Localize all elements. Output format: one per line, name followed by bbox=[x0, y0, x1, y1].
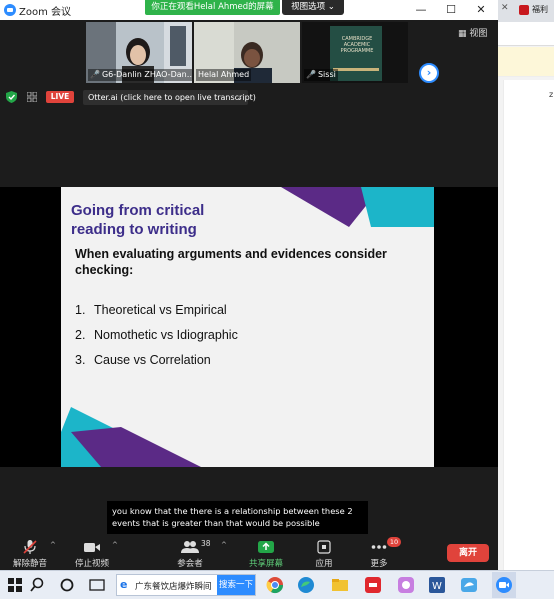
taskbar-search-box[interactable]: e 广东餐饮店爆炸瞬间 搜索一下 bbox=[116, 574, 256, 596]
grid-icon[interactable] bbox=[27, 92, 37, 102]
task-view-icon[interactable] bbox=[88, 576, 106, 594]
windows-taskbar: e 广东餐饮店爆炸瞬间 搜索一下 W bbox=[0, 570, 554, 599]
share-screen-icon bbox=[258, 541, 274, 553]
participants-icon bbox=[181, 541, 199, 553]
svg-text:W: W bbox=[432, 581, 442, 592]
slide-subtitle: When evaluating arguments and evidences … bbox=[75, 247, 387, 277]
browser-notice-bar bbox=[498, 47, 554, 77]
share-screen-button[interactable]: 共享屏幕 bbox=[245, 535, 287, 570]
minimize-button[interactable]: — bbox=[413, 2, 429, 18]
video-camera-icon bbox=[84, 543, 100, 552]
otter-label: Otter.ai (click here to open live transc… bbox=[88, 93, 256, 102]
participant-tile[interactable]: CAMBRIDGE ACADEMIC PROGRAMME 🎤 Sissi bbox=[302, 22, 408, 83]
book-cover-text: CAMBRIDGE ACADEMIC PROGRAMME bbox=[340, 36, 374, 54]
shield-check-icon[interactable] bbox=[6, 91, 17, 103]
ie-icon: e bbox=[120, 578, 128, 591]
caption-text: you know that the there is a relationshi… bbox=[112, 506, 353, 528]
participant-name: 🎤 G6-Danlin ZHAO-Dan… bbox=[88, 69, 192, 81]
title-bar: Zoom 会议 你正在观看Helal Ahmed的屏幕 视图选项 ⌄ — ☐ ✕ bbox=[0, 0, 498, 20]
stop-video-button[interactable]: 停止视频 bbox=[70, 535, 114, 570]
windows-start-icon[interactable] bbox=[6, 576, 24, 594]
grid-view-icon: ▦ bbox=[458, 29, 467, 39]
browser-content-text: z bbox=[549, 90, 554, 99]
unmute-button[interactable]: 解除静音 bbox=[8, 535, 52, 570]
meeting-status-row: LIVE Otter.ai (click here to open live t… bbox=[0, 86, 498, 108]
shared-screen-area: Going from critical reading to writing W… bbox=[0, 187, 498, 467]
red-app-icon[interactable] bbox=[364, 576, 382, 594]
tab-close-icon[interactable]: ✕ bbox=[501, 3, 509, 13]
notification-badge: 10 bbox=[387, 537, 401, 547]
mic-muted-icon: 🎤 bbox=[90, 70, 100, 79]
chevron-down-icon: ⌄ bbox=[236, 93, 243, 102]
chevron-up-icon[interactable]: ^ bbox=[50, 541, 56, 549]
presentation-slide: Going from critical reading to writing W… bbox=[61, 187, 434, 467]
browser-tab-label[interactable]: 福利 bbox=[532, 4, 548, 15]
participant-name: Helal Ahmed bbox=[196, 69, 252, 81]
browser-toolbar bbox=[498, 22, 554, 46]
view-options-label: 视图选项 bbox=[291, 2, 326, 12]
participant-count: 38 bbox=[201, 539, 211, 548]
next-page-arrow-icon[interactable]: › bbox=[419, 63, 439, 83]
mic-muted-icon bbox=[23, 540, 37, 554]
otter-transcript-dropdown[interactable]: Otter.ai (click here to open live transc… bbox=[83, 90, 256, 105]
zoom-meeting-window: Zoom 会议 你正在观看Helal Ahmed的屏幕 视图选项 ⌄ — ☐ ✕… bbox=[0, 0, 498, 570]
close-button[interactable]: ✕ bbox=[473, 2, 489, 18]
video-strip: 🎤 G6-Danlin ZHAO-Dan… Helal Ahmed CAMBRID… bbox=[0, 20, 498, 84]
bird-app-icon[interactable] bbox=[460, 576, 478, 594]
list-item: 1. Theoretical vs Empirical bbox=[75, 303, 227, 317]
participant-tile[interactable]: Helal Ahmed bbox=[194, 22, 300, 83]
chevron-up-icon[interactable]: ^ bbox=[112, 541, 118, 549]
search-icon[interactable] bbox=[28, 576, 46, 594]
mic-muted-icon: 🎤 bbox=[306, 70, 316, 79]
list-item: 2. Nomothetic vs Idiographic bbox=[75, 328, 238, 342]
view-button[interactable]: ▦ 视图 bbox=[458, 26, 487, 39]
pink-app-icon[interactable] bbox=[397, 576, 415, 594]
leave-button[interactable]: 离开 bbox=[447, 544, 489, 562]
view-options-button[interactable]: 视图选项 ⌄ bbox=[282, 0, 344, 15]
chevron-up-icon[interactable]: ^ bbox=[221, 541, 227, 549]
zoom-logo-icon bbox=[4, 4, 16, 16]
chevron-down-icon: ⌄ bbox=[327, 2, 335, 12]
live-caption: you know that the there is a relationshi… bbox=[107, 501, 368, 534]
more-dots-icon bbox=[371, 545, 387, 549]
tab-favicon-icon bbox=[519, 5, 529, 15]
slide-title: Going from critical reading to writing bbox=[71, 202, 205, 238]
chrome-icon[interactable] bbox=[266, 576, 284, 594]
meeting-toolbar: 解除静音 ^ 停止视频 ^ 参会者 38 ^ 共享屏幕 应用 更多 10 离开 bbox=[0, 535, 498, 570]
participant-tile[interactable]: 🎤 G6-Danlin ZHAO-Dan… bbox=[86, 22, 192, 83]
word-icon[interactable]: W bbox=[428, 576, 446, 594]
list-item: 3. Cause vs Correlation bbox=[75, 353, 211, 367]
search-button[interactable]: 搜索一下 bbox=[217, 575, 255, 595]
apps-icon bbox=[317, 540, 331, 554]
cortana-icon[interactable] bbox=[58, 576, 76, 594]
browser-content bbox=[503, 80, 554, 570]
file-explorer-icon[interactable] bbox=[331, 576, 349, 594]
window-title: Zoom 会议 bbox=[19, 7, 72, 18]
live-badge[interactable]: LIVE bbox=[46, 91, 74, 103]
edge-icon[interactable] bbox=[297, 576, 315, 594]
apps-button[interactable]: 应用 bbox=[308, 535, 340, 570]
maximize-button[interactable]: ☐ bbox=[443, 2, 459, 18]
viewing-screen-banner: 你正在观看Helal Ahmed的屏幕 bbox=[145, 0, 280, 15]
zoom-app-icon[interactable] bbox=[495, 576, 513, 594]
participant-name: 🎤 Sissi bbox=[304, 69, 338, 81]
